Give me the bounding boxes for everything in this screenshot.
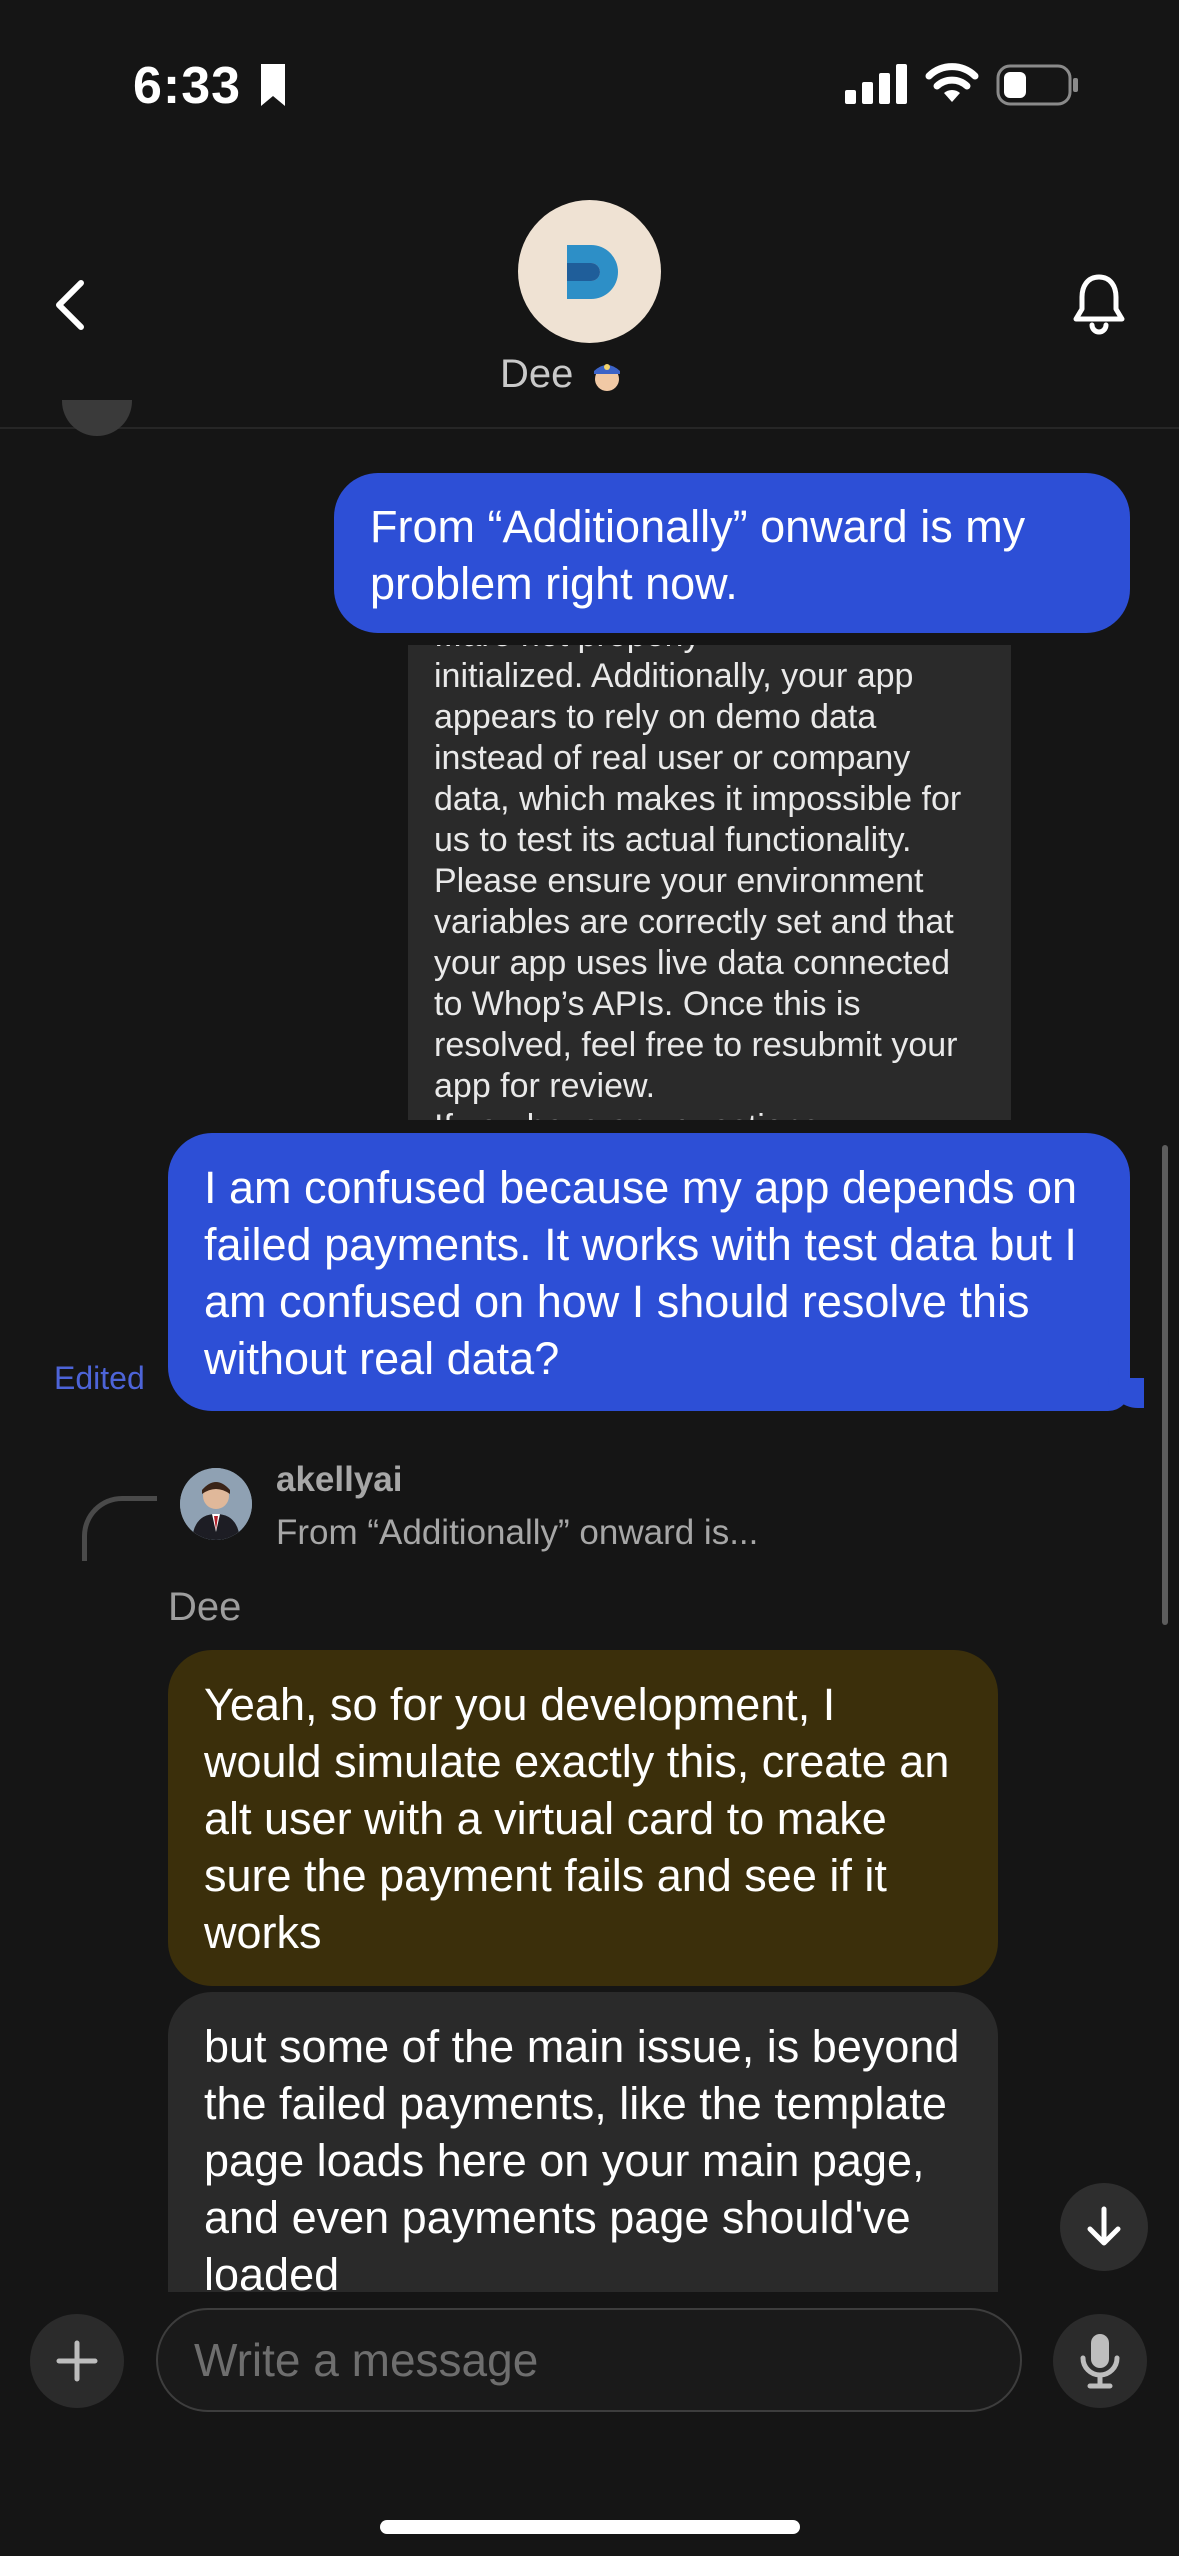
reply-avatar[interactable] — [180, 1468, 252, 1540]
sent-message[interactable]: I am confused because my app depends on … — [168, 1133, 1130, 1411]
scrollbar[interactable] — [1162, 1145, 1168, 1625]
avatar — [62, 400, 132, 436]
reply-author: akellyai — [276, 1460, 403, 1499]
person-avatar-icon — [180, 1468, 252, 1540]
home-indicator[interactable] — [380, 2520, 800, 2534]
contact-avatar[interactable] — [518, 200, 661, 343]
contact-name: Dee — [500, 352, 574, 396]
edited-label: Edited — [54, 1360, 145, 1396]
chevron-left-icon — [56, 280, 84, 330]
signal-icon — [845, 64, 907, 104]
voice-message-button[interactable] — [1053, 2314, 1147, 2408]
sender-name: Dee — [168, 1585, 242, 1629]
received-message[interactable]: but some of the main issue, is beyond th… — [168, 1992, 998, 2292]
bell-icon — [1073, 274, 1125, 335]
wifi-icon — [925, 63, 979, 102]
reply-snippet[interactable]: From “Additionally” onward is... — [276, 1513, 758, 1553]
microphone-icon — [1080, 2334, 1120, 2389]
bookmark-icon — [261, 64, 285, 106]
officer-badge-icon — [594, 363, 621, 391]
scroll-to-bottom-button[interactable] — [1060, 2183, 1148, 2271]
dee-logo-icon — [566, 244, 618, 299]
battery-icon — [996, 64, 1078, 106]
add-attachment-button[interactable] — [30, 2314, 124, 2408]
received-message[interactable]: Yeah, so for you development, I would si… — [168, 1650, 998, 1986]
plus-icon — [56, 2340, 98, 2382]
arrow-down-icon — [1087, 2206, 1121, 2246]
header-divider — [0, 427, 1179, 429]
notifications-button[interactable] — [1064, 268, 1134, 338]
quoted-text: ...are not properly initialized. Additio… — [434, 645, 962, 1120]
contact-name-row[interactable]: Dee — [500, 352, 680, 397]
sent-message[interactable]: From “Additionally” onward is my problem… — [334, 473, 1130, 633]
status-time: 6:33 — [133, 57, 242, 115]
back-button[interactable] — [40, 270, 100, 340]
quoted-message-card[interactable]: ...are not properly initialized. Additio… — [408, 645, 1011, 1120]
message-input[interactable] — [156, 2308, 1022, 2412]
reply-connector — [82, 1496, 157, 1561]
